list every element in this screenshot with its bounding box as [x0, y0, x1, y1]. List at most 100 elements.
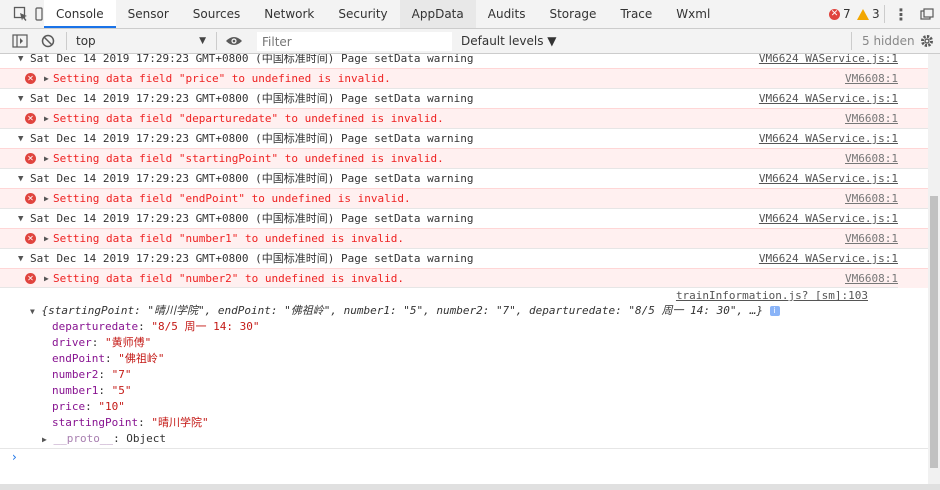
message-source-link[interactable]: VM6608:1 [845, 269, 898, 289]
object-property: startingPoint: "晴川学院" [52, 415, 209, 431]
property-value: "10" [98, 400, 125, 413]
error-message[interactable]: ✕ ▶ Setting data field "price" to undefine… [0, 68, 928, 88]
message-text: Sat Dec 14 2019 17:29:23 GMT+0800 (中国标准时… [30, 172, 474, 185]
warning-message[interactable]: ▼ Sat Dec 14 2019 17:29:23 GMT+0800 (中国标准… [0, 168, 928, 188]
tab-appdata[interactable]: AppData [399, 0, 476, 28]
collapsed-triangle-icon[interactable]: ▶ [44, 269, 49, 289]
collapsed-triangle-icon[interactable]: ▶ [44, 149, 49, 169]
error-count-badge[interactable]: ✕ 7 [829, 0, 851, 28]
object-property: number2: "7" [52, 367, 131, 383]
error-message[interactable]: ✕ ▶ Setting data field "number2" to undefi… [0, 268, 928, 288]
message-text: Setting data field "number2" to undefine… [53, 272, 404, 285]
tab-trace[interactable]: Trace [608, 0, 664, 28]
object-property: price: "10" [52, 399, 125, 415]
message-text: Sat Dec 14 2019 17:29:23 GMT+0800 (中国标准时… [30, 212, 474, 225]
error-message[interactable]: ✕ ▶ Setting data field "departuredate" to … [0, 108, 928, 128]
warning-count: 3 [872, 7, 880, 21]
inspect-element-icon[interactable] [8, 0, 34, 28]
message-text: Setting data field "startingPoint" to un… [53, 152, 444, 165]
expand-triangle-icon[interactable]: ▼ [18, 54, 23, 69]
property-key: startingPoint [52, 416, 139, 429]
console-output[interactable]: ▼ Sat Dec 14 2019 17:29:23 GMT+0800 (中国标准… [0, 54, 928, 490]
expand-triangle-icon[interactable]: ▼ [30, 307, 35, 316]
dock-side-icon[interactable] [918, 0, 936, 28]
message-source-link[interactable]: VM6624 WAService.js:1 [759, 209, 898, 229]
collapsed-triangle-icon[interactable]: ▶ [44, 109, 49, 129]
object-property: endPoint: "佛祖岭" [52, 351, 164, 367]
warning-message[interactable]: ▼ Sat Dec 14 2019 17:29:23 GMT+0800 (中国标准… [0, 54, 928, 68]
error-icon: ✕ [25, 153, 36, 164]
collapsed-triangle-icon[interactable]: ▶ [42, 435, 47, 444]
log-levels-dropdown[interactable]: Default levels ▼ [461, 29, 557, 53]
tab-sensor[interactable]: Sensor [116, 0, 181, 28]
expand-triangle-icon[interactable]: ▼ [18, 129, 23, 149]
vertical-scrollbar[interactable] [928, 54, 940, 490]
message-source-link[interactable]: VM6608:1 [845, 229, 898, 249]
message-source-link[interactable]: VM6624 WAService.js:1 [759, 169, 898, 189]
error-icon: ✕ [25, 73, 36, 84]
property-value: "黄师傅" [105, 336, 152, 349]
tab-security[interactable]: Security [326, 0, 399, 28]
warning-message[interactable]: ▼ Sat Dec 14 2019 17:29:23 GMT+0800 (中国标准… [0, 88, 928, 108]
message-source-link[interactable]: VM6608:1 [845, 189, 898, 209]
tab-network[interactable]: Network [252, 0, 326, 28]
live-expression-eye-icon[interactable] [222, 27, 246, 55]
context-selector[interactable]: top ▼ [72, 31, 212, 51]
proto-row[interactable]: ▶ __proto__: Object [42, 431, 166, 448]
log-source-link[interactable]: trainInformation.js? [sm]:103 [676, 288, 868, 304]
colon: : [104, 352, 119, 365]
warning-message[interactable]: ▼ Sat Dec 14 2019 17:29:23 GMT+0800 (中国标准… [0, 208, 928, 228]
property-value: "5" [111, 384, 132, 397]
clear-console-icon[interactable] [36, 27, 60, 55]
colon: : [85, 400, 99, 413]
sidebar-toggle-icon[interactable] [8, 27, 32, 55]
warning-message[interactable]: ▼ Sat Dec 14 2019 17:29:23 GMT+0800 (中国标准… [0, 248, 928, 268]
message-source-link[interactable]: VM6608:1 [845, 109, 898, 129]
context-value: top [76, 34, 96, 48]
tab-storage[interactable]: Storage [537, 0, 608, 28]
message-source-link[interactable]: VM6624 WAService.js:1 [759, 249, 898, 269]
message-source-link[interactable]: VM6624 WAService.js:1 [759, 54, 898, 69]
expand-triangle-icon[interactable]: ▼ [18, 249, 23, 269]
caret-down-icon: ▼ [199, 36, 206, 46]
settings-gear-icon[interactable] [918, 27, 936, 55]
message-source-link[interactable]: VM6624 WAService.js:1 [759, 89, 898, 109]
object-property: number1: "5" [52, 383, 131, 399]
divider [851, 32, 852, 50]
collapsed-triangle-icon[interactable]: ▶ [44, 229, 49, 249]
property-key: departuredate [52, 320, 139, 333]
error-message[interactable]: ✕ ▶ Setting data field "startingPoint" to … [0, 148, 928, 168]
error-message[interactable]: ✕ ▶ Setting data field "number1" to undefi… [0, 228, 928, 248]
tab-sources[interactable]: Sources [181, 0, 252, 28]
message-text: Sat Dec 14 2019 17:29:23 GMT+0800 (中国标准时… [30, 54, 474, 65]
warning-count-badge[interactable]: 3 [857, 0, 880, 28]
info-icon[interactable]: i [769, 306, 780, 316]
message-source-link[interactable]: VM6608:1 [845, 149, 898, 169]
message-source-link[interactable]: VM6624 WAService.js:1 [759, 129, 898, 149]
tab-wxml[interactable]: Wxml [664, 0, 722, 28]
device-toggle-icon[interactable] [34, 0, 44, 28]
divider [216, 32, 217, 50]
scrollbar-thumb[interactable] [930, 196, 938, 468]
message-text: Sat Dec 14 2019 17:29:23 GMT+0800 (中国标准时… [30, 92, 474, 105]
expand-triangle-icon[interactable]: ▼ [18, 89, 23, 109]
warning-message[interactable]: ▼ Sat Dec 14 2019 17:29:23 GMT+0800 (中国标准… [0, 128, 928, 148]
horizontal-scrollbar[interactable] [0, 484, 940, 490]
error-message[interactable]: ✕ ▶ Setting data field "endPoint" to undef… [0, 188, 928, 208]
expand-triangle-icon[interactable]: ▼ [18, 169, 23, 189]
prompt-divider [0, 448, 928, 449]
more-options-icon[interactable]: ⋮ [893, 0, 909, 28]
filter-input[interactable] [257, 32, 452, 51]
error-icon: ✕ [829, 8, 840, 20]
colon: : [138, 416, 152, 429]
console-prompt-icon[interactable]: › [12, 450, 17, 464]
property-value: "8/5 周一 14: 30" [151, 320, 260, 333]
tab-console[interactable]: Console [44, 0, 116, 28]
expand-triangle-icon[interactable]: ▼ [18, 209, 23, 229]
tab-audits[interactable]: Audits [476, 0, 538, 28]
colon: : [98, 384, 112, 397]
object-summary[interactable]: ▼ {startingPoint: "晴川学院", endPoint: "佛祖岭… [30, 303, 780, 320]
collapsed-triangle-icon[interactable]: ▶ [44, 69, 49, 89]
message-source-link[interactable]: VM6608:1 [845, 69, 898, 89]
collapsed-triangle-icon[interactable]: ▶ [44, 189, 49, 209]
